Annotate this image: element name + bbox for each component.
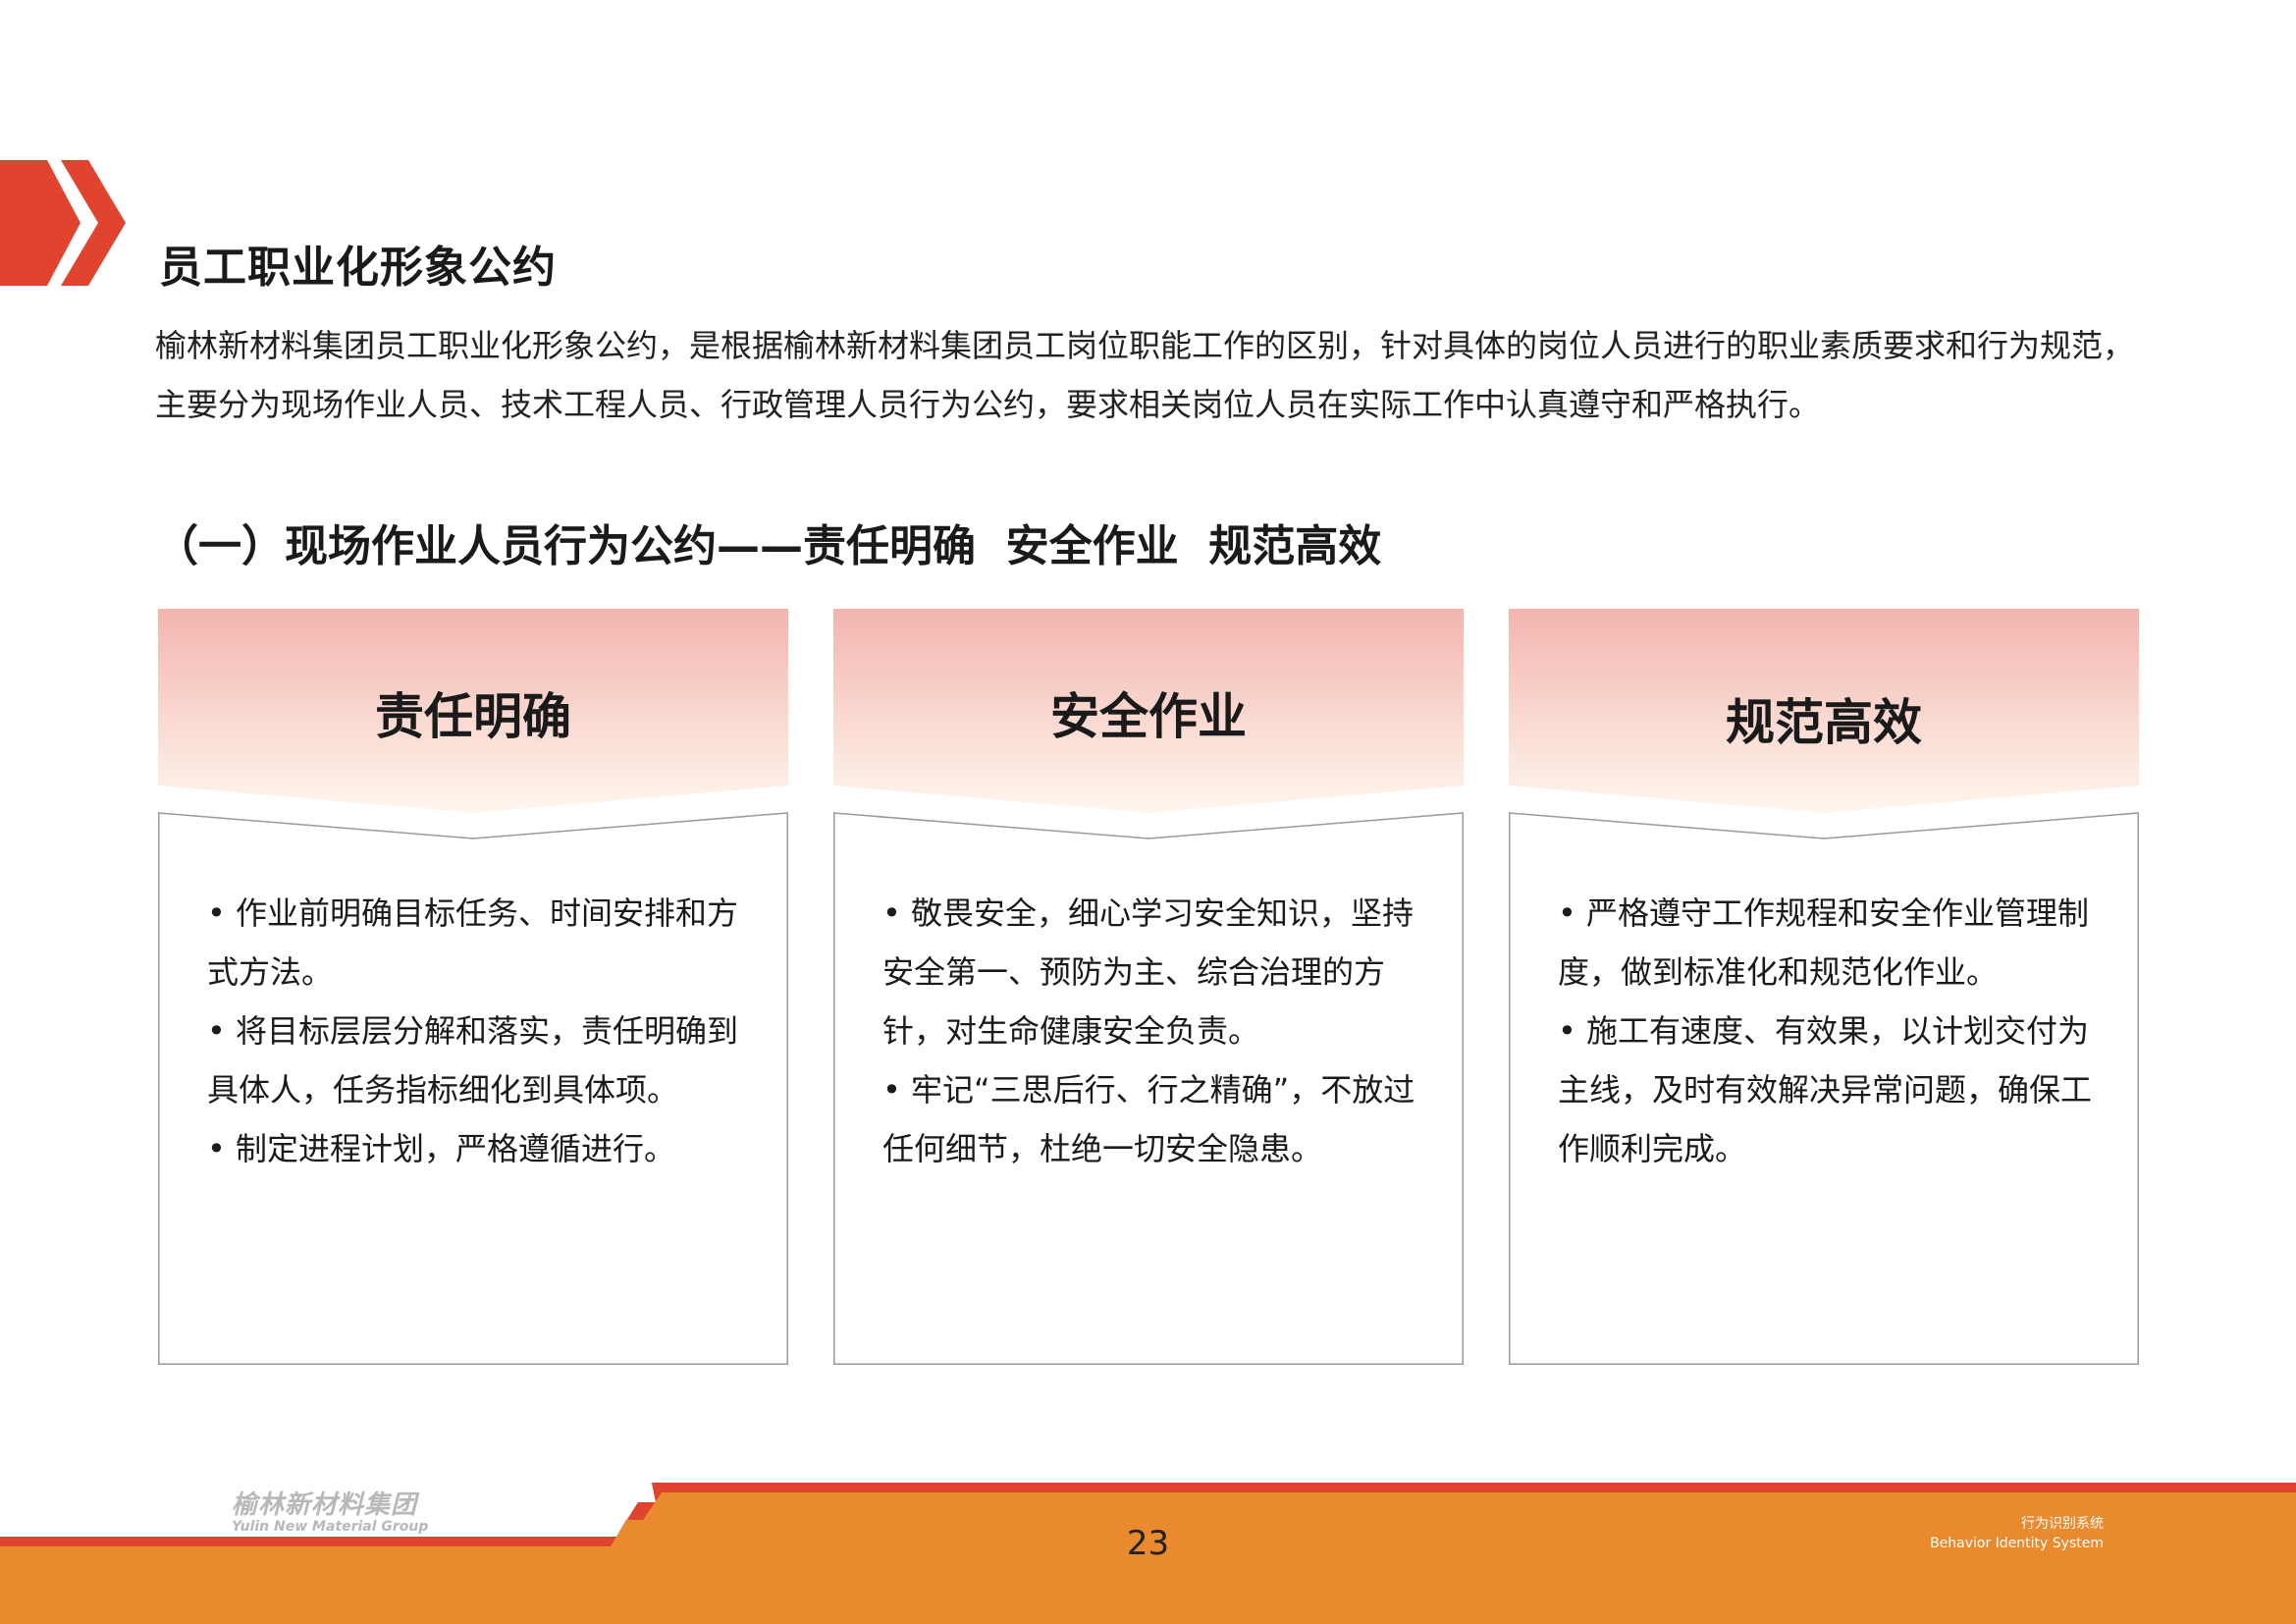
- bullet-item: • 严格遵守工作规程和安全作业管理制度，做到标准化和规范化作业。: [1558, 894, 2090, 991]
- bullet-item: • 作业前明确目标任务、时间安排和方式方法。: [207, 894, 739, 991]
- chevron-logo-icon: [0, 160, 126, 286]
- bullet-item: • 施工有速度、有效果，以计划交付为主线，及时有效解决异常问题，确保工作顺利完成…: [1558, 1012, 2093, 1167]
- principle-card-responsibility: 责任明确 • 作业前明确目标任务、时间安排和方式方法。 • 将目标层层分解和落实…: [158, 609, 788, 1365]
- bullet-item: • 敬畏安全，细心学习安全知识，坚持安全第一、预防为主、综合治理的方针，对生命健…: [882, 894, 1415, 1050]
- section-heading: （一）现场作业人员行为公约——责任明确 安全作业 规范高效: [155, 521, 1382, 571]
- page-title: 员工职业化形象公约: [159, 243, 557, 293]
- principle-card-efficiency: 规范高效 • 严格遵守工作规程和安全作业管理制度，做到标准化和规范化作业。 • …: [1509, 609, 2139, 1365]
- card-body: • 作业前明确目标任务、时间安排和方式方法。 • 将目标层层分解和落实，责任明确…: [207, 884, 757, 1178]
- card-header: 规范高效: [1726, 694, 1922, 751]
- system-label-en: Behavior Identity System: [1930, 1536, 2104, 1551]
- card-body: • 敬畏安全，细心学习安全知识，坚持安全第一、预防为主、综合治理的方针，对生命健…: [882, 884, 1432, 1178]
- principle-card-safety: 安全作业 • 敬畏安全，细心学习安全知识，坚持安全第一、预防为主、综合治理的方针…: [833, 609, 1464, 1365]
- brand-name-cn: 榆林新材料集团: [232, 1490, 418, 1520]
- system-label-cn: 行为识别系统: [2021, 1516, 2104, 1532]
- card-body: • 严格遵守工作规程和安全作业管理制度，做到标准化和规范化作业。 • 施工有速度…: [1558, 884, 2108, 1178]
- bullet-item: • 制定进程计划，严格遵循进行。: [207, 1130, 676, 1167]
- system-label: 行为识别系统 Behavior Identity System: [1930, 1514, 2104, 1553]
- bullet-item: • 将目标层层分解和落实，责任明确到具体人，任务指标细化到具体项。: [207, 1012, 739, 1109]
- bullet-item: • 牢记“三思后行、行之精确”，不放过任何细节，杜绝一切安全隐患。: [882, 1071, 1415, 1167]
- card-header: 安全作业: [1050, 688, 1247, 745]
- intro-paragraph: 榆林新材料集团员工职业化形象公约，是根据榆林新材料集团员工岗位职能工作的区别，针…: [155, 327, 2135, 423]
- card-header: 责任明确: [375, 688, 571, 745]
